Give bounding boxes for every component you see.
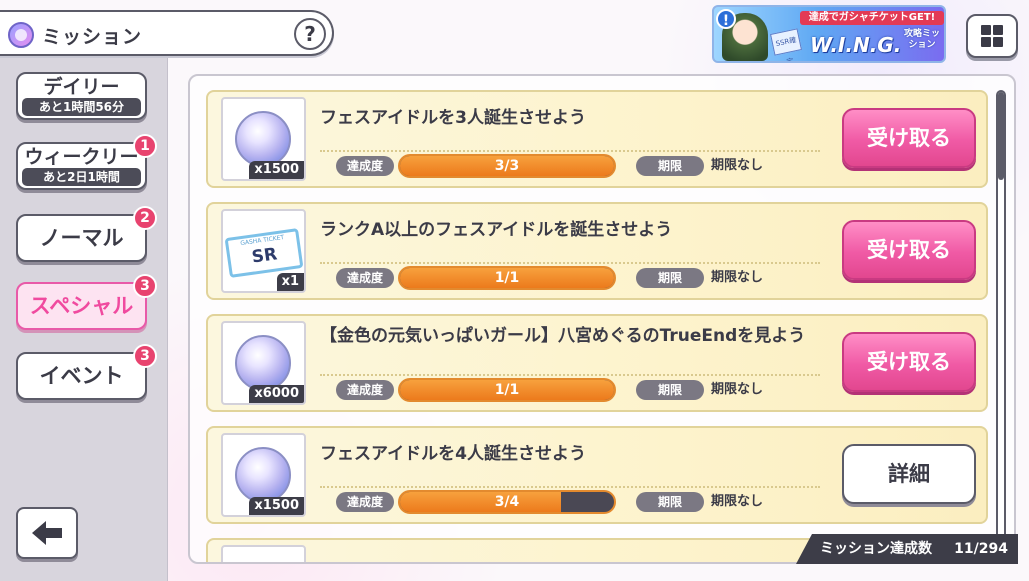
- receive-button[interactable]: 受け取る: [842, 332, 976, 392]
- reward-quantity: x6000: [249, 385, 304, 403]
- divider: [320, 150, 820, 152]
- deadline-value: 期限なし: [711, 382, 764, 397]
- sidebar: デイリー あと1時間56分 ウィークリー あと2日1時間 1 ノーマル 2 スペ…: [0, 58, 168, 581]
- tab-label: ノーマル: [39, 226, 124, 250]
- back-button[interactable]: [16, 507, 78, 559]
- banner-main-text: W.I.N.G.: [810, 33, 902, 57]
- grid-icon: [993, 37, 1003, 47]
- progress-bar: 3/4: [398, 490, 616, 514]
- tab-event[interactable]: イベント 3: [16, 344, 157, 400]
- deadline-value: 期限なし: [711, 158, 764, 173]
- mission-title: ランクA以上のフェスアイドルを誕生させよう: [320, 220, 673, 240]
- count-value: 11/294: [954, 541, 1008, 557]
- mission-row: x6000 【金色の元気いっぱいガール】八宮めぐるのTrueEndを見よう 達成…: [206, 314, 988, 412]
- banner-top-text: 達成でガシャチケットGET!: [800, 11, 944, 25]
- tab-normal[interactable]: ノーマル 2: [16, 206, 157, 262]
- count-label: ミッション達成数: [820, 541, 932, 557]
- mission-icon: [8, 22, 34, 48]
- notification-badge: 3: [133, 274, 157, 298]
- notification-badge: 1: [133, 134, 157, 158]
- progress-bar: 3/3: [398, 154, 616, 178]
- tab-label: ウィークリー: [24, 146, 139, 168]
- notification-badge: 2: [133, 206, 157, 230]
- mission-title: フェスアイドルを4人誕生させよう: [320, 444, 586, 464]
- reward-thumbnail: x1500: [221, 97, 306, 181]
- banner-sub-text: 攻略ミッション: [903, 29, 940, 50]
- deadline-label: 期限: [636, 268, 704, 288]
- mission-row: x1500 フェスアイドルを3人誕生させよう 達成度 3/3 期限 期限なし 受…: [206, 90, 988, 188]
- tab-label: スペシャル: [29, 294, 134, 318]
- reward-quantity: x1500: [249, 497, 304, 515]
- progress-text: 3/3: [494, 158, 520, 174]
- progress-label: 達成度: [336, 492, 394, 512]
- page-title: ミッション: [42, 26, 143, 48]
- alert-icon: !: [716, 9, 736, 29]
- reward-thumbnail: [221, 545, 306, 562]
- reward-quantity: x1: [276, 273, 304, 291]
- mission-title: 【金色の元気いっぱいガール】八宮めぐるのTrueEndを見よう: [320, 326, 806, 346]
- gem-icon: [235, 111, 291, 167]
- grid-icon: [993, 25, 1003, 35]
- mission-list[interactable]: x1500 フェスアイドルを3人誕生させよう 達成度 3/3 期限 期限なし 受…: [188, 74, 1016, 564]
- wing-mission-banner[interactable]: ! 達成でガシャチケットGET! SSR確定 W.I.N.G. 攻略ミッション: [712, 5, 946, 63]
- help-button[interactable]: ?: [294, 18, 326, 50]
- grid-icon: [981, 25, 991, 35]
- divider: [320, 262, 820, 264]
- reward-quantity: x1500: [249, 161, 304, 179]
- grid-icon: [981, 37, 991, 47]
- tab-timer: あと1時間56分: [22, 98, 141, 116]
- mission-row: x1500 フェスアイドルを4人誕生させよう 達成度 3/4 期限 期限なし 詳…: [206, 426, 988, 524]
- divider: [320, 486, 820, 488]
- tab-daily[interactable]: デイリー あと1時間56分: [16, 72, 147, 120]
- details-button[interactable]: 詳細: [842, 444, 976, 504]
- tab-label: イベント: [39, 364, 124, 388]
- progress-text: 3/4: [494, 494, 520, 510]
- gem-icon: [235, 335, 291, 391]
- deadline-value: 期限なし: [711, 270, 764, 285]
- gem-icon: [235, 447, 291, 503]
- ticket-icon: GASHA TICKET SR: [224, 228, 304, 278]
- ticket-icon: SSR確定: [770, 28, 802, 61]
- deadline-label: 期限: [636, 492, 704, 512]
- tab-special[interactable]: スペシャル 3: [16, 274, 157, 330]
- reward-thumbnail: x6000: [221, 321, 306, 405]
- receive-button[interactable]: 受け取る: [842, 108, 976, 168]
- progress-bar: 1/1: [398, 266, 616, 290]
- progress-label: 達成度: [336, 156, 394, 176]
- back-arrow-icon: [32, 521, 62, 545]
- tab-label: デイリー: [43, 76, 120, 98]
- notification-badge: 3: [133, 344, 157, 368]
- mission-row: GASHA TICKET SR x1 ランクA以上のフェスアイドルを誕生させよう…: [206, 202, 988, 300]
- grid-menu-button[interactable]: [966, 14, 1018, 58]
- receive-button[interactable]: 受け取る: [842, 220, 976, 280]
- tab-weekly[interactable]: ウィークリー あと2日1時間 1: [16, 134, 157, 190]
- reward-thumbnail: GASHA TICKET SR x1: [221, 209, 306, 293]
- deadline-label: 期限: [636, 156, 704, 176]
- progress-label: 達成度: [336, 380, 394, 400]
- progress-label: 達成度: [336, 268, 394, 288]
- deadline-label: 期限: [636, 380, 704, 400]
- progress-text: 1/1: [494, 382, 520, 398]
- mission-count-bar: ミッション達成数 11/294: [796, 534, 1018, 564]
- deadline-value: 期限なし: [711, 494, 764, 509]
- header-bar: ミッション ?: [0, 10, 334, 56]
- progress-bar: 1/1: [398, 378, 616, 402]
- mission-title: フェスアイドルを3人誕生させよう: [320, 108, 586, 128]
- reward-thumbnail: x1500: [221, 433, 306, 517]
- progress-text: 1/1: [494, 270, 520, 286]
- scrollbar-thumb[interactable]: [998, 92, 1004, 180]
- scrollbar[interactable]: [996, 90, 1006, 542]
- divider: [320, 374, 820, 376]
- tab-timer: あと2日1時間: [22, 168, 141, 186]
